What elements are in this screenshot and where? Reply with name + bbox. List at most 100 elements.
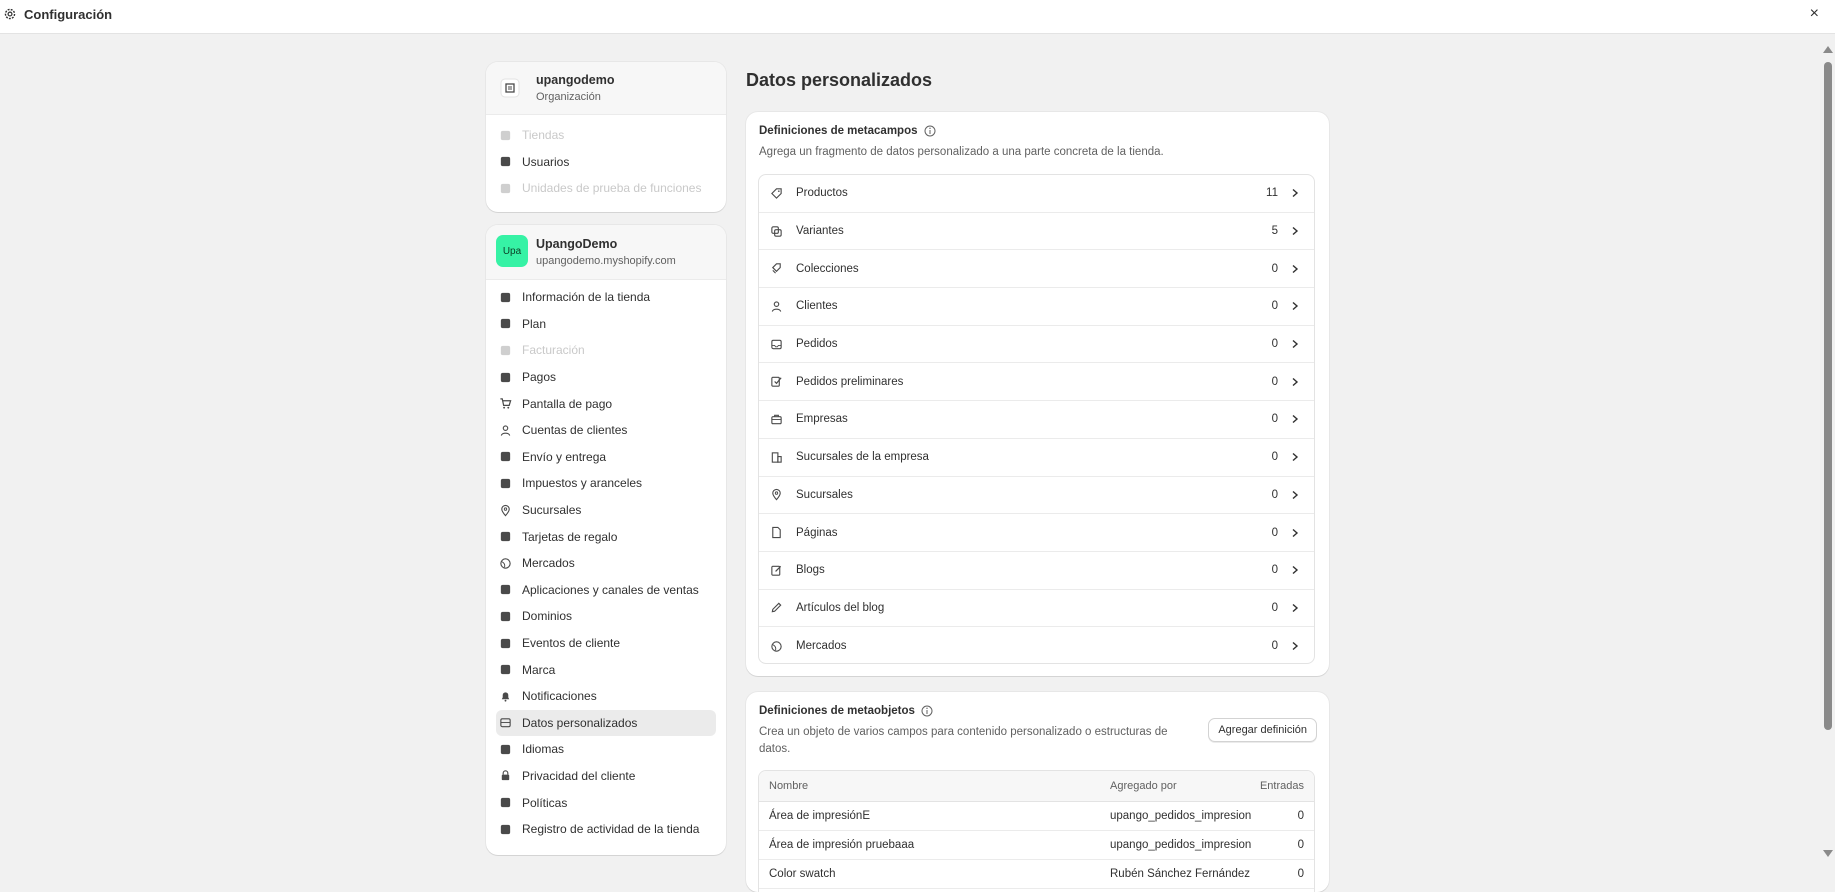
cell-added-by: Rubén Sánchez Fernández [1110, 868, 1251, 880]
sidebar-item-cuentas-de-clientes[interactable]: Cuentas de clientes [496, 417, 716, 444]
receipt-icon [499, 344, 512, 357]
sidebar-item-pantalla-de-pago[interactable]: Pantalla de pago [496, 390, 716, 417]
collection-icon [770, 262, 783, 275]
truck-icon [499, 450, 512, 463]
column-header-name[interactable]: Nombre [769, 780, 808, 792]
sidebar-item-label: Registro de actividad de la tienda [522, 822, 700, 837]
sidebar-item-label: Privacidad del cliente [522, 768, 636, 783]
organization-icon [500, 78, 520, 98]
metafield-row[interactable]: Colecciones 0 [759, 250, 1314, 289]
table-row[interactable]: Color swatch Rubén Sánchez Fernández 0 [759, 860, 1314, 889]
cell-name: Área de impresiónE [769, 810, 870, 822]
scroll-up-arrow-icon[interactable] [1823, 46, 1833, 53]
sidebar-item-privacidad-del-cliente[interactable]: Privacidad del cliente [496, 763, 716, 790]
metafield-row-label: Pedidos [796, 338, 838, 351]
sidebar-item-tarjetas-de-regalo[interactable]: Tarjetas de regalo [496, 523, 716, 550]
sidebar-item-label: Facturación [522, 343, 585, 358]
scroll-down-arrow-icon[interactable] [1823, 850, 1833, 857]
metafield-row[interactable]: Páginas 0 [759, 514, 1314, 552]
cell-entries: 0 [1297, 810, 1304, 822]
cell-added-by: upango_pedidos_impresion [1110, 839, 1252, 851]
organization-header[interactable]: upangodemo Organización [486, 62, 726, 115]
sidebar-item-envío-y-entrega[interactable]: Envío y entrega [496, 444, 716, 471]
metafield-row[interactable]: Sucursales de la empresa 0 [759, 439, 1314, 477]
sidebar-item-impuestos-y-aranceles[interactable]: Impuestos y aranceles [496, 470, 716, 497]
metafield-row[interactable]: Sucursales 0 [759, 477, 1314, 515]
chevron-right-icon [1292, 642, 1299, 651]
column-header-added-by[interactable]: Agregado por [1110, 780, 1177, 792]
metafield-row[interactable]: Variantes 5 [759, 213, 1314, 251]
metaobjects-description-line1: Crea un objeto de varios campos para con… [759, 726, 1168, 738]
sidebar-item-label: Envío y entrega [522, 449, 607, 464]
sidebar-item-idiomas[interactable]: Idiomas [496, 736, 716, 763]
lock-icon [499, 769, 512, 782]
sidebar-item-mercados[interactable]: Mercados [496, 550, 716, 577]
store-header[interactable]: Upa UpangoDemo upangodemo.myshopify.com [486, 225, 726, 280]
sidebar-item-label: Información de la tienda [522, 290, 651, 305]
sidebar-item-usuarios[interactable]: Usuarios [496, 149, 716, 176]
sidebar-item-políticas[interactable]: Políticas [496, 789, 716, 816]
sidebar-item-registro-de-actividad-de-la-tienda[interactable]: Registro de actividad de la tienda [496, 816, 716, 843]
store-card: Upa UpangoDemo upangodemo.myshopify.com … [486, 225, 726, 855]
add-definition-button[interactable]: Agregar definición [1208, 718, 1317, 742]
metafield-row[interactable]: Clientes 0 [759, 288, 1314, 326]
column-header-entries[interactable]: Entradas [1260, 780, 1304, 792]
table-row[interactable]: Área de impresión pruebaaa upango_pedido… [759, 831, 1314, 860]
sidebar-item-label: Eventos de cliente [522, 636, 621, 651]
policy-icon [499, 796, 512, 809]
metafield-row[interactable]: Blogs 0 [759, 552, 1314, 590]
location-icon [499, 504, 512, 517]
chevron-right-icon [1292, 227, 1299, 236]
metafield-row-count: 5 [1271, 225, 1278, 238]
metafield-row-label: Blogs [796, 564, 825, 577]
metafield-row-label: Variantes [796, 225, 844, 238]
metafield-row-label: Sucursales [796, 488, 853, 501]
sidebar-item-label: Aplicaciones y canales de ventas [522, 582, 699, 597]
chevron-right-icon [1292, 528, 1299, 537]
sidebar-item-plan[interactable]: Plan [496, 311, 716, 338]
metafield-row-label: Empresas [796, 413, 848, 426]
metafield-row[interactable]: Pedidos 0 [759, 326, 1314, 364]
sidebar-item-sucursales[interactable]: Sucursales [496, 497, 716, 524]
sidebar-item-dominios[interactable]: Dominios [496, 603, 716, 630]
close-button[interactable]: × [1810, 5, 1819, 23]
sidebar-item-notificaciones[interactable]: Notificaciones [496, 683, 716, 710]
chevron-right-icon [1292, 415, 1299, 424]
metafield-row[interactable]: Empresas 0 [759, 401, 1314, 439]
building-icon [770, 451, 783, 464]
metafield-row[interactable]: Productos 11 [759, 175, 1314, 213]
sidebar-item-eventos-de-cliente[interactable]: Eventos de cliente [496, 630, 716, 657]
store-name: UpangoDemo [536, 237, 618, 251]
organization-card: upangodemo Organización Tiendas Usuarios U… [486, 62, 726, 212]
scrollbar-thumb[interactable] [1824, 62, 1832, 730]
table-row[interactable]: Área de impresiónE upango_pedidos_impres… [759, 802, 1314, 831]
metafield-row-count: 0 [1271, 375, 1278, 388]
sidebar-item-información-de-la-tienda[interactable]: Información de la tienda [496, 284, 716, 311]
globe-icon [499, 557, 512, 570]
info-icon[interactable] [924, 125, 936, 137]
tag-icon [770, 187, 783, 200]
cart-icon [499, 397, 512, 410]
chevron-right-icon [1292, 377, 1299, 386]
info-icon[interactable] [921, 705, 933, 717]
flask-icon [499, 182, 512, 195]
sidebar-item-marca[interactable]: Marca [496, 656, 716, 683]
sidebar-item-label: Dominios [522, 609, 573, 624]
metafield-row[interactable]: Pedidos preliminares 0 [759, 363, 1314, 402]
metafield-row-count: 11 [1266, 187, 1278, 200]
sidebar-item-pagos[interactable]: Pagos [496, 364, 716, 391]
organization-subtitle: Organización [536, 91, 601, 103]
sidebar-item-aplicaciones-y-canales-de-ventas[interactable]: Aplicaciones y canales de ventas [496, 577, 716, 604]
sidebar-item-datos-personalizados[interactable]: Datos personalizados [496, 709, 716, 737]
globe-icon [770, 640, 783, 653]
sidebar-item-label: Políticas [522, 795, 568, 810]
cursor-icon [499, 637, 512, 650]
store-nav: Información de la tienda Plan Facturación P… [486, 284, 726, 842]
metafield-row[interactable]: Mercados 0 [759, 627, 1314, 665]
metafield-row-label: Clientes [796, 300, 838, 313]
sidebar-item-label: Marca [522, 662, 556, 677]
plan-icon [499, 317, 512, 330]
metafield-row[interactable]: Artículos del blog 0 [759, 590, 1314, 628]
metafields-list: Productos 11 Variantes 5 Colecciones 0 Cliente… [758, 174, 1315, 664]
vertical-scrollbar[interactable] [1821, 44, 1835, 867]
